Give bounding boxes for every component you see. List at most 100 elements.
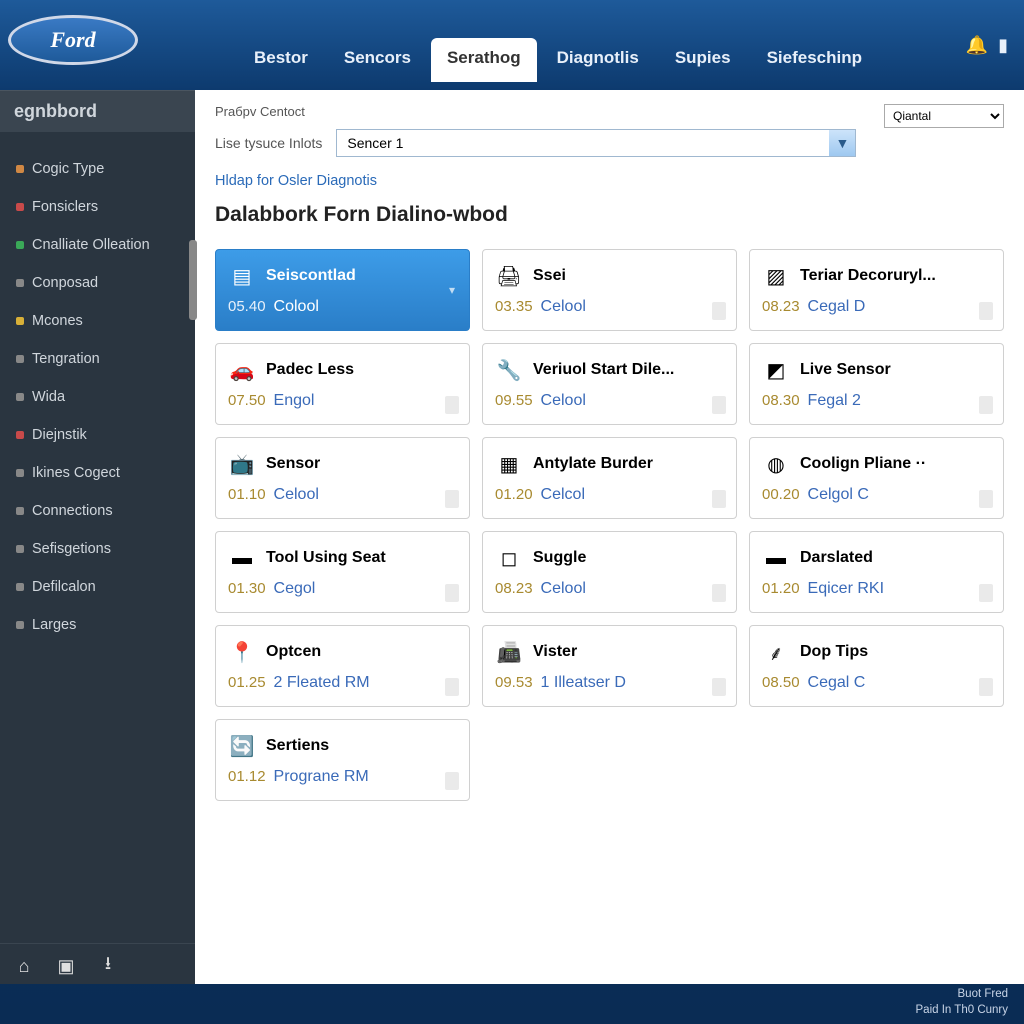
card-time: 07.50: [228, 392, 266, 409]
card-status: Celcol: [541, 486, 585, 504]
bookmark-icon: [979, 396, 993, 414]
card-status: 2 Fleated RM: [274, 674, 370, 692]
sidebar-bottom: ⌂ ▣ ⭳: [0, 943, 195, 984]
sidebar-item-connections[interactable]: Connections: [0, 492, 195, 530]
sidebar-item-label: Connections: [32, 503, 113, 519]
card-teriar-decoruryl-[interactable]: ▨Teriar Decoruryl...08.23Cegal D: [749, 249, 1004, 331]
card-title: Suggle: [533, 549, 586, 567]
meter-icon: ⸙: [762, 640, 790, 664]
sidebar-item-ikines-cogect[interactable]: Ikines Cogect: [0, 454, 195, 492]
card-sensor[interactable]: 📺Sensor01.10Celool: [215, 437, 470, 519]
sidebar-item-label: Cogic Type: [32, 161, 104, 177]
card-suggle[interactable]: ◻Suggle08.23Celool: [482, 531, 737, 613]
card-time: 00.20: [762, 486, 800, 503]
card-title: Sensor: [266, 455, 320, 473]
tab-diagnotlis[interactable]: Diagnotlis: [541, 38, 655, 82]
card-title: Teriar Decoruryl...: [800, 267, 936, 285]
card-veriuol-start-dile-[interactable]: 🔧Veriuol Start Dile...09.55Celool: [482, 343, 737, 425]
help-link[interactable]: Hldap for Osler Diagnotis: [215, 157, 1004, 195]
bookmark-icon: [445, 772, 459, 790]
card-vister[interactable]: 📠Vister09.531 Illeatser D: [482, 625, 737, 707]
tab-siefeschinp[interactable]: Siefeschinp: [751, 38, 878, 82]
sidebar-item-diejnstik[interactable]: Diejnstik: [0, 416, 195, 454]
sidebar-item-mcones[interactable]: Mcones: [0, 302, 195, 340]
sidebar-item-fonsiclers[interactable]: Fonsiclers: [0, 188, 195, 226]
sidebar-item-wida[interactable]: Wida: [0, 378, 195, 416]
card-time: 03.35: [495, 298, 533, 315]
footer-line1: Buot Fred: [916, 986, 1008, 1002]
sidebar-item-larges[interactable]: Larges: [0, 606, 195, 644]
header-icons: 🔔 ▮: [966, 35, 1008, 56]
card-title: Sertiens: [266, 737, 329, 755]
bookmark-icon: [445, 490, 459, 508]
card-time: 05.40: [228, 298, 266, 315]
card-sertiens[interactable]: 🔄Sertiens01.12Prograne RM: [215, 719, 470, 801]
card-status: Celgol C: [808, 486, 869, 504]
card-time: 01.25: [228, 674, 266, 691]
context-label: Praбpv Centoct: [215, 104, 856, 119]
sidebar-item-tengration[interactable]: Tengration: [0, 340, 195, 378]
battery-icon[interactable]: ▮: [998, 35, 1008, 56]
color-dot-icon: [16, 317, 24, 325]
tab-bestor[interactable]: Bestor: [238, 38, 324, 82]
car-icon: 🚗: [228, 358, 256, 382]
sidebar-items: Cogic TypeFonsiclersCnalliate OlleationC…: [0, 132, 195, 943]
card-seiscontlad[interactable]: ▤Seiscontlad05.40Colool▾: [215, 249, 470, 331]
scroll-handle[interactable]: [189, 240, 197, 320]
sidebar-item-cnalliate-olleation[interactable]: Cnalliate Olleation: [0, 226, 195, 264]
card-antylate-burder[interactable]: ▦Antylate Burder01.20Celcol: [482, 437, 737, 519]
card-time: 08.30: [762, 392, 800, 409]
quick-select[interactable]: Qiantal: [884, 104, 1004, 128]
color-dot-icon: [16, 545, 24, 553]
download-icon[interactable]: ⭳: [98, 956, 118, 976]
header: Ford BestorSencorsSerathogDiagnotlisSupi…: [0, 0, 1024, 90]
card-ssei[interactable]: 🖨Ssei03.35Celool: [482, 249, 737, 331]
tab-supies[interactable]: Supies: [659, 38, 747, 82]
tab-serathog[interactable]: Serathog: [431, 38, 537, 82]
bar-icon: ▬: [762, 546, 790, 570]
tab-sencors[interactable]: Sencors: [328, 38, 427, 82]
color-dot-icon: [16, 165, 24, 173]
cards-grid: ▤Seiscontlad05.40Colool▾🖨Ssei03.35Celool…: [195, 249, 1024, 821]
image-icon[interactable]: ▣: [56, 956, 76, 976]
sidebar-item-label: Diejnstik: [32, 427, 87, 443]
card-live-sensor[interactable]: ◩Live Sensor08.30Fegal 2: [749, 343, 1004, 425]
sidebar-item-defilcalon[interactable]: Defilcalon: [0, 568, 195, 606]
color-dot-icon: [16, 355, 24, 363]
home-icon[interactable]: ⌂: [14, 956, 34, 976]
bookmark-icon: [712, 396, 726, 414]
sidebar-item-conposad[interactable]: Conposad: [0, 264, 195, 302]
sidebar-item-sefisgetions[interactable]: Sefisgetions: [0, 530, 195, 568]
sidebar-item-label: Fonsiclers: [32, 199, 98, 215]
sidebar-item-label: Mcones: [32, 313, 83, 329]
color-dot-icon: [16, 431, 24, 439]
sidebar-item-cogic-type[interactable]: Cogic Type: [0, 150, 195, 188]
footer: Buot Fred Paid In Th0 Cunry: [900, 980, 1024, 1024]
bookmark-icon: [712, 302, 726, 320]
card-status: Cegal D: [808, 298, 866, 316]
card-tool-using-seat[interactable]: ▬Tool Using Seat01.30Cegol: [215, 531, 470, 613]
card-optcen[interactable]: 📍Optcen01.252 Fleated RM: [215, 625, 470, 707]
cassette-icon: ▤: [228, 264, 256, 288]
bell-icon[interactable]: 🔔: [966, 35, 988, 56]
card-title: Tool Using Seat: [266, 549, 386, 567]
card-title: Coolign Pliane ··: [800, 455, 926, 473]
card-time: 01.20: [495, 486, 533, 503]
card-padec-less[interactable]: 🚗Padec Less07.50Engol: [215, 343, 470, 425]
section-title: Dalabbork Forn Dialino-wbod: [215, 195, 1004, 241]
bookmark-icon: [712, 490, 726, 508]
card-title: Veriuol Start Dile...: [533, 361, 674, 379]
card-time: 08.50: [762, 674, 800, 691]
card-coolign-pliane-[interactable]: ◍Coolign Pliane ··00.20Celgol C: [749, 437, 1004, 519]
printer-icon: 🖨: [495, 264, 523, 288]
card-darslated[interactable]: ▬Darslated01.20Eqicer RKI: [749, 531, 1004, 613]
card-time: 01.10: [228, 486, 266, 503]
card-title: Seiscontlad: [266, 267, 356, 285]
brand-logo: Ford: [8, 15, 178, 75]
bookmark-icon: [445, 584, 459, 602]
window-icon: ▦: [495, 452, 523, 476]
card-dop-tips[interactable]: ⸙Dop Tips08.50Cegal C: [749, 625, 1004, 707]
sensor-dropdown[interactable]: Sencer 1 ▼: [336, 129, 856, 157]
color-dot-icon: [16, 279, 24, 287]
card-status: Celool: [541, 392, 586, 410]
